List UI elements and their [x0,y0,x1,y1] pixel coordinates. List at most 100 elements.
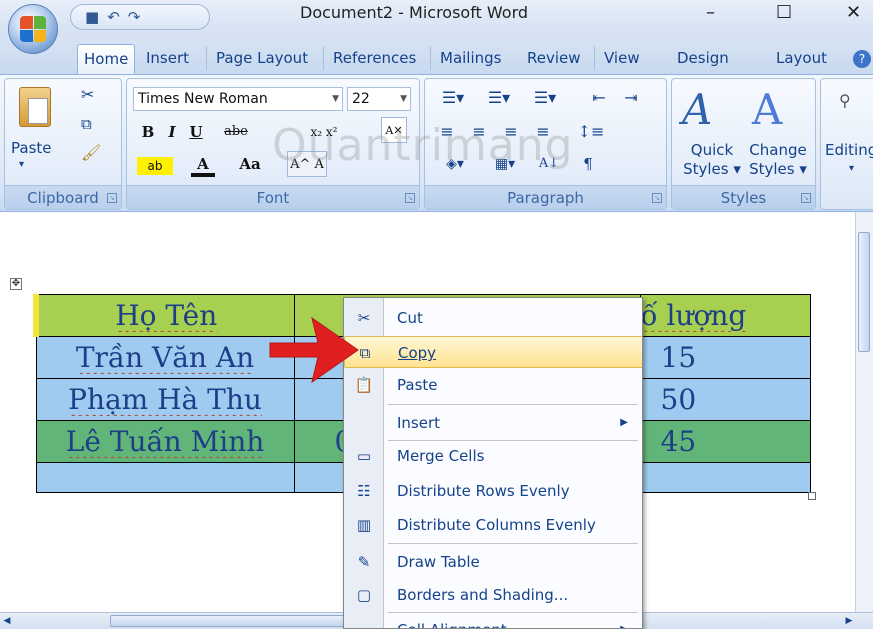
paragraph-label: Paragraph [507,189,584,207]
tab-review[interactable]: Review [521,44,587,74]
quick-styles-button[interactable]: Quick Styles ▾ [682,141,742,179]
chevron-down-icon[interactable]: ▾ [19,159,24,170]
menu-separator [388,404,638,405]
chevron-down-icon: ▼ [332,94,339,104]
redo-icon[interactable]: ↷ [128,8,141,26]
table-cell: Họ Tên [115,299,218,332]
window-title: Document2 - Microsoft Word [300,3,529,22]
paste-label[interactable]: Paste [11,139,52,157]
clipboard-launcher-icon[interactable]: ↘ [107,193,117,203]
menu-item-distribute-columns[interactable]: ▥ Distribute Columns Evenly [344,509,642,541]
undo-icon[interactable]: ↶ [107,8,120,26]
office-logo-icon [20,16,46,42]
quick-styles-icon[interactable]: A [682,85,712,134]
decrease-indent-icon[interactable]: ⇤ [585,85,613,111]
tab-design[interactable]: Design [671,44,735,74]
styles-group: A A Quick Styles ▾ Change Styles ▾ Style… [671,78,816,210]
styles-label: Styles [720,189,767,207]
menu-item-merge-cells[interactable]: ▭ Merge Cells [344,440,642,472]
tab-separator [430,46,431,70]
menu-item-insert[interactable]: Insert ▶ [344,407,642,439]
show-marks-icon[interactable]: ¶ [575,151,601,177]
tab-page-layout[interactable]: Page Layout [210,44,314,74]
menu-item-distribute-rows[interactable]: ☷ Distribute Rows Evenly [344,475,642,507]
maximize-button[interactable]: ☐ [776,2,792,23]
menu-item-label: Cut [397,309,423,327]
context-menu: ✂ Cut ⧉ Copy 📋 Paste Insert ▶ ▭ Merge Ce… [343,297,643,629]
scroll-right-icon[interactable]: ▶ [842,613,856,629]
quick-access-toolbar: ■ ↶ ↷ [70,4,210,30]
office-button[interactable] [8,4,58,54]
italic-button[interactable]: I [161,119,183,145]
tab-home[interactable]: Home [77,44,136,74]
table-cell: ố lượng [640,299,747,332]
scrollbar-thumb[interactable] [858,232,870,352]
table-resize-handle-icon[interactable] [808,492,816,500]
bold-button[interactable]: B [137,119,159,145]
tab-insert[interactable]: Insert [140,44,195,74]
menu-item-label: Insert [397,414,441,432]
tab-view[interactable]: View [598,44,646,74]
change-styles-button[interactable]: Change Styles ▾ [744,141,812,179]
bullets-icon[interactable]: ☰▾ [433,85,473,111]
font-name-combo[interactable]: Times New Roman ▼ [133,87,343,111]
change-case-button[interactable]: Aa [233,151,267,177]
menu-item-cut[interactable]: ✂ Cut [344,302,642,334]
quick-styles-label-2: Styles [683,160,729,178]
font-size-combo[interactable]: 22 ▼ [347,87,411,111]
chevron-down-icon: ▼ [400,94,407,104]
table-cell: Phạm Hà Thu [68,383,262,416]
highlight-icon[interactable]: ab [137,157,173,175]
vertical-scrollbar[interactable] [855,212,873,612]
menu-item-paste[interactable]: 📋 Paste [344,369,642,401]
menu-item-draw-table[interactable]: ✎ Draw Table [344,546,642,578]
close-button[interactable]: ✕ [846,2,861,23]
chevron-down-icon: ▾ [849,163,855,174]
menu-item-label: Distribute Columns Evenly [397,516,596,534]
paragraph-launcher-icon[interactable]: ↘ [652,193,662,203]
cut-icon[interactable]: ✂ [81,85,101,105]
font-launcher-icon[interactable]: ↘ [405,193,415,203]
multilevel-list-icon[interactable]: ☰▾ [525,85,565,111]
format-painter-icon[interactable]: 🖌 [81,143,101,163]
clipboard-label: Clipboard [27,189,99,207]
tab-separator [594,46,595,70]
menu-item-cell-alignment[interactable]: Cell Alignment ▶ [344,614,642,628]
menu-item-copy[interactable]: ⧉ Copy [344,336,642,368]
change-styles-label: Change [749,141,807,159]
paste-icon[interactable] [19,87,51,127]
scrollbar-thumb[interactable] [110,615,345,627]
change-styles-icon[interactable]: A [752,85,782,134]
font-name-value: Times New Roman [138,91,268,107]
tab-mailings[interactable]: Mailings [434,44,507,74]
help-icon[interactable]: ? [853,50,871,68]
borders-shading-icon: ▢ [356,586,372,604]
tab-references[interactable]: References [327,44,422,74]
line-spacing-icon[interactable]: ↕≡ [573,119,609,145]
editing-button[interactable]: Editing [825,141,873,159]
editing-group: ⚲ Editing ▾ [820,78,873,210]
styles-launcher-icon[interactable]: ↘ [801,193,811,203]
menu-separator [388,612,638,613]
watermark: Quantrimang [272,120,574,171]
font-color-button[interactable]: A [191,151,215,177]
tab-layout[interactable]: Layout [770,44,833,74]
clipboard-group: Paste ▾ ✂ ⧉ 🖌 Clipboard ↘ [4,78,122,210]
table-move-handle-icon[interactable]: ✥ [10,278,22,290]
table-cell: 50 [660,383,697,416]
table-cell: 15 [660,341,697,374]
binoculars-icon[interactable]: ⚲ [839,91,851,110]
scroll-left-icon[interactable]: ◀ [0,613,14,629]
strikethrough-button[interactable]: abe [219,119,253,145]
underline-button[interactable]: U [185,119,207,145]
menu-item-label: Borders and Shading... [397,586,569,604]
save-icon[interactable]: ■ [85,8,99,26]
menu-item-borders-shading[interactable]: ▢ Borders and Shading... [344,579,642,611]
minimize-button[interactable]: – [706,2,715,23]
tab-separator [323,46,324,70]
menu-separator [388,543,638,544]
quick-styles-label: Quick [690,141,734,159]
increase-indent-icon[interactable]: ⇥ [617,85,645,111]
numbering-icon[interactable]: ☰▾ [479,85,519,111]
copy-icon[interactable]: ⧉ [81,115,101,135]
